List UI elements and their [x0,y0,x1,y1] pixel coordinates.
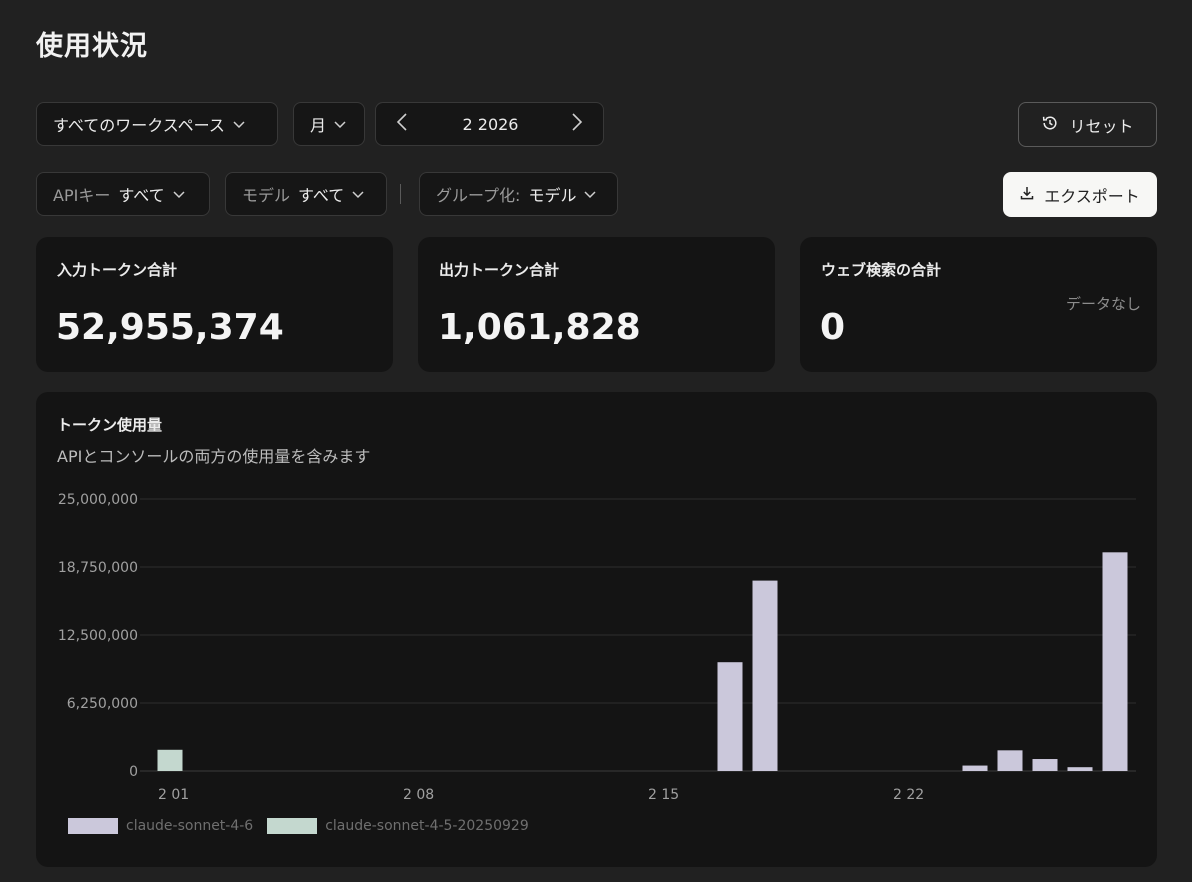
legend-item-sonnet-4-5[interactable]: claude-sonnet-4-5-20250929 [267,818,529,834]
stat-label: 入力トークン合計 [57,261,178,279]
y-tick-label: 6,250,000 [67,696,138,712]
chevron-down-icon [584,189,596,199]
model-filter-label: モデル [242,186,291,205]
chevron-right-icon [571,112,583,136]
x-tick-label: 2 22 [893,787,924,803]
x-tick-label: 2 01 [158,787,189,803]
period-select-label: 月 [310,116,327,135]
group-by-value: モデル [528,186,577,205]
api-key-filter-label: APIキー [53,186,111,205]
chart-bar [752,580,778,771]
token-usage-panel: トークン使用量 APIとコンソールの両方の使用量を含みます 0 6,250,000… [36,392,1157,867]
stat-card-input-tokens: 入力トークン合計 52,955,374 [36,237,393,372]
chevron-down-icon [173,189,185,199]
chevron-down-icon [334,119,346,129]
legend-label: claude-sonnet-4-5-20250929 [325,818,529,834]
workspace-select-label: すべてのワークスペース [53,116,225,135]
chart-bar [997,750,1023,771]
reset-button[interactable]: リセット [1018,102,1157,147]
api-key-filter-value: すべて [118,186,165,205]
chart-bar [717,662,743,771]
stat-value: 52,955,374 [56,307,284,348]
download-icon [1020,185,1034,204]
chart-bar [157,749,183,771]
date-navigator: 2 2026 [375,102,604,146]
period-select[interactable]: 月 [293,102,365,146]
stat-card-output-tokens: 出力トークン合計 1,061,828 [418,237,775,372]
no-data-note: データなし [1065,295,1141,313]
legend-swatch [267,818,318,834]
x-tick-label: 2 15 [648,787,679,803]
stat-label: 出力トークン合計 [439,261,560,279]
model-filter[interactable]: モデル すべて [225,172,387,216]
stat-card-web-search: ウェブ検索の合計 データなし 0 [800,237,1157,372]
legend-label: claude-sonnet-4-6 [126,818,254,834]
chevron-down-icon [352,189,364,199]
stat-value: 0 [820,307,846,348]
chart-bar [1032,759,1058,771]
group-by-select[interactable]: グループ化: モデル [419,172,618,216]
model-filter-value: すべて [298,186,345,205]
export-button-label: エクスポート [1044,186,1140,206]
group-by-label: グループ化: [436,186,521,205]
page-title: 使用状況 [36,31,148,62]
next-month-button[interactable] [557,103,597,145]
chart-legend: claude-sonnet-4-6 claude-sonnet-4-5-2025… [68,818,531,834]
x-tick-label: 2 08 [403,787,434,803]
y-tick-label: 12,500,000 [58,628,138,644]
stat-label: ウェブ検索の合計 [821,261,942,279]
token-usage-chart: 0 6,250,000 12,500,000 18,750,000 25,000,000… [58,492,1136,803]
api-key-filter[interactable]: APIキー すべて [36,172,210,216]
stat-value: 1,061,828 [438,307,641,348]
y-tick-label: 0 [129,764,138,780]
reset-button-label: リセット [1069,116,1134,136]
chevron-down-icon [233,119,245,129]
legend-item-sonnet-4-6[interactable]: claude-sonnet-4-6 [68,818,253,834]
y-tick-label: 18,750,000 [58,560,138,576]
export-button[interactable]: エクスポート [1003,172,1157,217]
workspace-select[interactable]: すべてのワークスペース [36,102,278,146]
chart-bar [1102,552,1128,771]
chart-bar [962,765,988,771]
chart-bar [1067,767,1093,771]
legend-swatch [68,818,118,834]
filter-divider [400,184,401,204]
history-icon [1041,114,1059,136]
y-tick-label: 25,000,000 [58,492,138,508]
